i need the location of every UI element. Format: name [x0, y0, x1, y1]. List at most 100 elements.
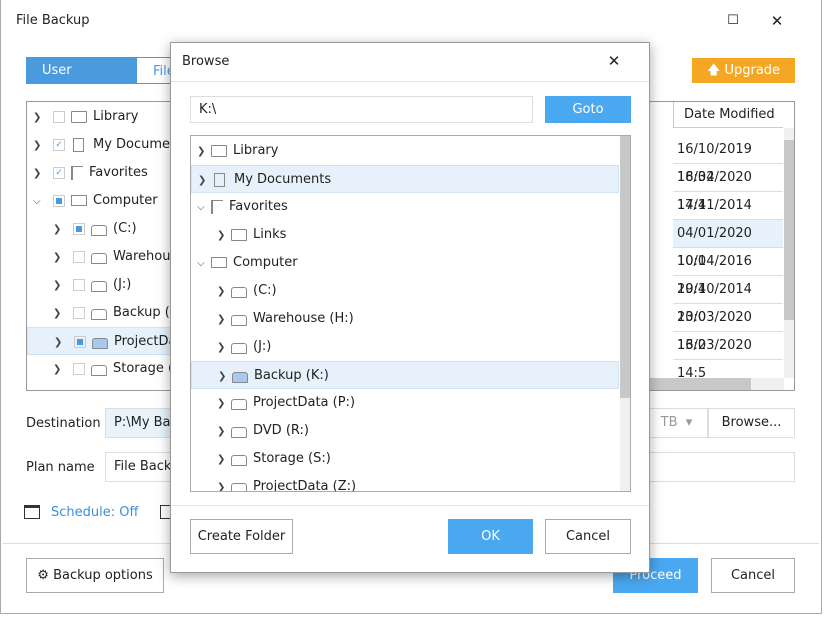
- computer-icon: [211, 257, 227, 268]
- source-tree[interactable]: ❯ Library ❯ ✓ My Documents ❯ ✓ Favorites ⌵ Comput…: [26, 101, 186, 391]
- vertical-scrollbar[interactable]: [784, 128, 794, 378]
- tree-item[interactable]: ❯ Storage (S:): [27, 355, 185, 384]
- chevron-right-icon[interactable]: ❯: [53, 356, 67, 384]
- folder-icon: [71, 110, 87, 123]
- gear-icon: ⚙: [37, 568, 54, 583]
- chevron-right-icon[interactable]: ❯: [217, 334, 231, 362]
- cancel-button[interactable]: Cancel: [711, 558, 795, 593]
- tree-item[interactable]: ❯ Storage (S:): [191, 445, 619, 473]
- checkbox[interactable]: [53, 194, 65, 207]
- tree-item[interactable]: ⌵ Computer: [191, 249, 619, 277]
- tree-item[interactable]: ❯ProjectData (P:): [27, 327, 185, 357]
- checkbox[interactable]: [74, 335, 86, 348]
- tree-item-label: My Documents: [234, 172, 332, 187]
- maximize-button[interactable]: ☐: [718, 8, 748, 34]
- tree-scrollbar[interactable]: [620, 136, 630, 491]
- tree-item[interactable]: ❯ Backup (K:): [27, 299, 185, 328]
- checkbox[interactable]: ✓: [53, 166, 65, 179]
- file-date-cell[interactable]: 18/02/2020 17:4: [673, 164, 783, 213]
- tree-item[interactable]: ❯Warehouse (H:): [27, 243, 185, 272]
- create-folder-button[interactable]: Create Folder: [190, 519, 293, 554]
- tree-item[interactable]: ❯ (J:): [27, 271, 185, 300]
- tree-item[interactable]: ❯ (J:): [191, 333, 619, 361]
- chevron-right-icon[interactable]: ❯: [197, 138, 211, 166]
- chevron-right-icon[interactable]: ❯: [53, 244, 67, 272]
- chevron-right-icon[interactable]: ❯: [33, 104, 47, 132]
- checkbox[interactable]: [73, 278, 85, 291]
- tree-item[interactable]: ❯ProjectData (P:): [191, 389, 619, 417]
- drive-icon: [91, 364, 107, 376]
- tree-item[interactable]: ❯ Library: [27, 103, 185, 132]
- drive-icon: [232, 371, 248, 383]
- tree-item[interactable]: ❯ ProjectData (Z:): [191, 473, 619, 491]
- chevron-right-icon[interactable]: ❯: [33, 132, 47, 160]
- tree-item[interactable]: ❯ Library: [191, 137, 619, 165]
- drive-icon: [91, 224, 107, 236]
- tree-item-label: Library: [93, 109, 139, 124]
- upgrade-button[interactable]: 🡅 Upgrade: [692, 58, 795, 83]
- tree-item[interactable]: ❯Warehouse (H:): [191, 305, 619, 333]
- tree-item[interactable]: ❯ Links: [191, 221, 619, 249]
- file-date-cell[interactable]: 04/01/2020 10:1: [673, 220, 783, 269]
- tree-item[interactable]: ❯ ✓ Favorites: [27, 159, 185, 188]
- tree-item[interactable]: ❯ (C:): [27, 215, 185, 244]
- destination-label: Destination: [26, 416, 101, 431]
- chevron-right-icon[interactable]: ❯: [198, 167, 212, 195]
- browse-close-button[interactable]: ✕: [599, 49, 629, 73]
- destination-browse-button[interactable]: Browse...: [708, 408, 795, 438]
- tree-item[interactable]: ⌵ Computer: [27, 187, 185, 216]
- file-date-cell[interactable]: 20/10/2014 20:0: [673, 276, 783, 325]
- checkbox[interactable]: [73, 222, 85, 235]
- tree-item[interactable]: ❯ Backup (K:): [191, 361, 619, 389]
- schedule-link[interactable]: Schedule: Off: [51, 505, 138, 520]
- checkbox[interactable]: [73, 362, 85, 375]
- checkbox[interactable]: [53, 110, 65, 123]
- chevron-right-icon[interactable]: ❯: [53, 216, 67, 244]
- tree-item[interactable]: ❯ (C:): [191, 277, 619, 305]
- window-title: File Backup: [16, 13, 90, 28]
- path-input[interactable]: K:\: [190, 96, 533, 123]
- chevron-right-icon[interactable]: ❯: [217, 474, 231, 491]
- chevron-right-icon[interactable]: ❯: [54, 329, 68, 357]
- chevron-right-icon[interactable]: ❯: [217, 446, 231, 474]
- file-date-cell[interactable]: 13/03/2020 14:5: [673, 332, 783, 381]
- favorites-icon: [71, 165, 83, 180]
- file-date-cell[interactable]: 10/04/2016 19:4: [673, 248, 783, 297]
- chevron-right-icon[interactable]: ❯: [33, 160, 47, 188]
- chevron-right-icon[interactable]: ❯: [218, 363, 232, 391]
- ok-button[interactable]: OK: [448, 519, 533, 554]
- chevron-right-icon[interactable]: ❯: [217, 222, 231, 250]
- tab-user-defined[interactable]: User Defined: [26, 57, 136, 105]
- chevron-right-icon[interactable]: ❯: [217, 418, 231, 446]
- tree-item[interactable]: ❯ ✓ My Documents: [27, 131, 185, 160]
- column-header-date-modified[interactable]: Date Modified: [673, 102, 783, 128]
- file-date-cell[interactable]: 16/10/2019 16:34: [673, 136, 783, 185]
- folder-tree[interactable]: ❯ Library ❯ My Documents ⌵ Favorites ❯ Links ⌵ Co…: [190, 135, 631, 492]
- goto-button[interactable]: Goto: [545, 96, 631, 123]
- browse-cancel-button[interactable]: Cancel: [545, 519, 631, 554]
- chevron-down-icon[interactable]: ⌵: [197, 194, 211, 222]
- tree-item[interactable]: ⌵ Favorites: [191, 193, 619, 221]
- file-date-cell[interactable]: 13/03/2020 16:2: [673, 304, 783, 353]
- chevron-right-icon[interactable]: ❯: [217, 390, 231, 418]
- checkbox[interactable]: [73, 306, 85, 319]
- file-date-cell[interactable]: 14/11/2014 19:4: [673, 192, 783, 241]
- close-button[interactable]: ✕: [762, 8, 792, 34]
- size-unit-dropdown[interactable]: TB ▾: [645, 408, 708, 438]
- chevron-right-icon[interactable]: ❯: [53, 272, 67, 300]
- chevron-down-icon[interactable]: ⌵: [197, 250, 211, 278]
- chevron-down-icon[interactable]: ⌵: [33, 188, 47, 216]
- tree-item-label: (C:): [113, 221, 137, 236]
- backup-options-button[interactable]: ⚙ Backup options: [26, 558, 164, 593]
- checkbox[interactable]: ✓: [53, 138, 65, 151]
- tree-item[interactable]: ❯ My Documents: [191, 165, 619, 193]
- caret-down-icon: ▾: [685, 415, 693, 430]
- divider: [171, 505, 649, 506]
- chevron-right-icon[interactable]: ❯: [217, 278, 231, 306]
- upgrade-label: Upgrade: [724, 63, 781, 78]
- chevron-right-icon[interactable]: ❯: [53, 300, 67, 328]
- drive-icon: [92, 337, 108, 349]
- checkbox[interactable]: [73, 250, 85, 263]
- tree-item[interactable]: ❯ DVD (R:): [191, 417, 619, 445]
- chevron-right-icon[interactable]: ❯: [217, 306, 231, 334]
